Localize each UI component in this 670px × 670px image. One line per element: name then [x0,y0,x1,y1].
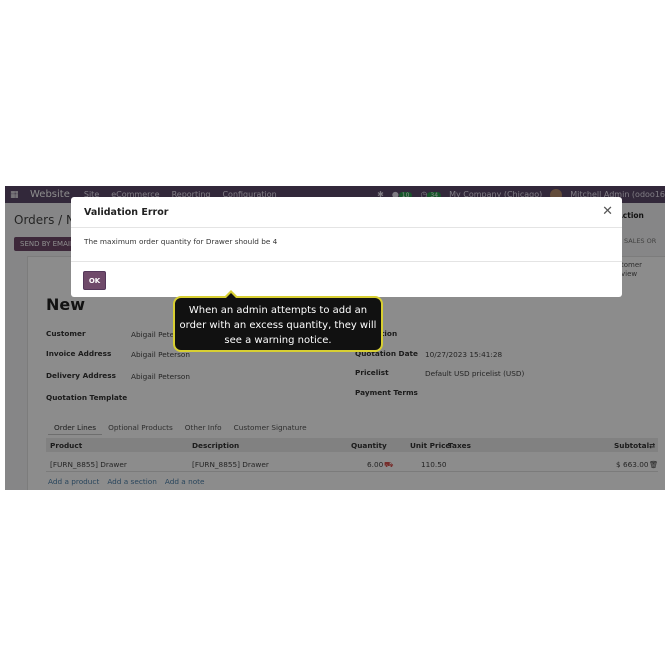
close-icon[interactable]: ✕ [602,204,613,219]
tooltip-text: When an admin attempts to add an order w… [179,305,377,346]
validation-error-dialog: Validation Error ✕ The maximum order qua… [71,197,622,297]
tooltip-arrow-inner [226,293,236,298]
dialog-header-divider [71,227,622,228]
ok-button[interactable]: OK [83,271,106,290]
dialog-title: Validation Error [84,207,169,218]
dialog-footer-divider [71,261,622,262]
dialog-message: The maximum order quantity for Drawer sh… [84,237,278,246]
tour-tooltip: When an admin attempts to add an order w… [173,290,383,352]
